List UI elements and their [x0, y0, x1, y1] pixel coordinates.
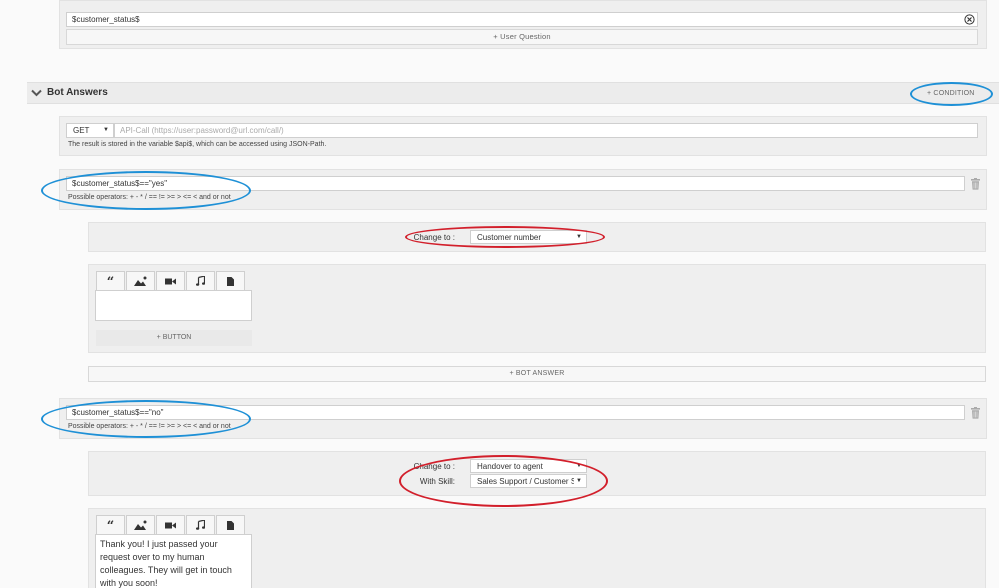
music-note-icon [196, 276, 205, 286]
tab-video[interactable] [156, 515, 185, 534]
collapse-chevron-icon[interactable] [31, 89, 42, 97]
bot-answers-header [27, 82, 999, 104]
tab-audio[interactable] [186, 515, 215, 534]
tab-video[interactable] [156, 271, 185, 290]
change-to-select[interactable]: Handover to agent ▼ [470, 459, 587, 473]
video-camera-icon [165, 278, 176, 284]
dropdown-caret-icon: ▼ [576, 463, 582, 469]
change-to-select[interactable]: Customer number ▼ [470, 230, 587, 244]
with-skill-label: With Skill: [419, 477, 455, 486]
music-note-icon [196, 520, 205, 530]
user-question-variable-field[interactable]: $customer_status$ [66, 12, 978, 27]
dropdown-caret-icon: ▼ [103, 127, 109, 133]
operators-hint: Possible operators: + - * / == != >= > <… [68, 423, 231, 430]
file-icon [227, 276, 234, 286]
trash-icon[interactable] [971, 407, 980, 419]
tab-text[interactable]: “ [96, 271, 125, 290]
add-user-question-button[interactable]: + User Question [66, 29, 978, 45]
condition-expression-input[interactable]: $customer_status$=="yes" [66, 176, 965, 191]
http-method-select[interactable]: GET ▼ [66, 123, 114, 138]
tab-file[interactable] [216, 515, 245, 534]
video-camera-icon [165, 522, 176, 528]
dropdown-caret-icon: ▼ [574, 475, 582, 487]
change-to-value: Handover to agent [477, 462, 543, 471]
media-tabs: “ [96, 515, 246, 534]
change-to-label: Change to : [413, 233, 455, 242]
add-bot-answer-button[interactable]: + BOT ANSWER [88, 366, 986, 382]
dropdown-caret-icon: ▼ [576, 234, 582, 240]
with-skill-value: Sales Support / Customer Se [477, 477, 581, 486]
http-method-value: GET [73, 126, 90, 135]
file-icon [227, 520, 234, 530]
answer-text-field[interactable] [95, 290, 252, 321]
change-to-label: Change to : [413, 462, 455, 471]
tab-file[interactable] [216, 271, 245, 290]
trash-icon[interactable] [971, 178, 980, 190]
change-to-value: Customer number [477, 233, 542, 242]
add-button-button[interactable]: + BUTTON [96, 330, 252, 346]
bot-answers-title: Bot Answers [47, 87, 108, 98]
answer-text-field[interactable]: Thank you! I just passed your request ov… [95, 534, 252, 588]
with-skill-select[interactable]: Sales Support / Customer Se ▼ [470, 474, 587, 488]
api-result-note: The result is stored in the variable $ap… [68, 141, 327, 148]
image-icon [133, 276, 146, 286]
quote-icon: “ [106, 519, 115, 534]
clear-icon[interactable] [964, 14, 975, 25]
api-url-input[interactable]: API-Call (https://user:password@url.com/… [114, 123, 978, 138]
tab-image[interactable] [126, 515, 155, 534]
add-condition-button[interactable]: + CONDITION [927, 90, 975, 97]
quote-icon: “ [106, 275, 115, 290]
condition-expression-input[interactable]: $customer_status$=="no" [66, 405, 965, 420]
operators-hint: Possible operators: + - * / == != >= > <… [68, 194, 231, 201]
image-icon [133, 520, 146, 530]
media-tabs: “ [96, 271, 246, 290]
tab-audio[interactable] [186, 271, 215, 290]
tab-text[interactable]: “ [96, 515, 125, 534]
tab-image[interactable] [126, 271, 155, 290]
